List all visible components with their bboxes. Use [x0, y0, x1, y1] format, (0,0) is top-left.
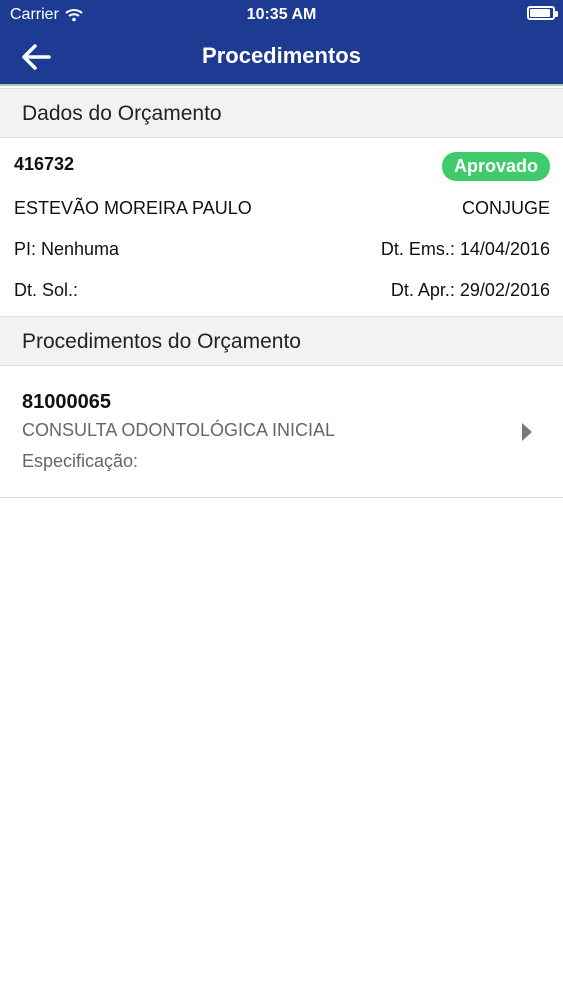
emission-date: Dt. Ems.: 14/04/2016 — [380, 239, 550, 259]
procedure-code: 81000065 — [22, 391, 111, 413]
header-accent-line — [0, 84, 563, 86]
list-item[interactable]: 81000065 CONSULTA ODONTOLÓGICA INICIAL E… — [0, 367, 563, 497]
solicitation-date: Dt. Sol.: — [14, 280, 79, 300]
patient-name: ESTEVÃO MOREIRA PAULO — [14, 198, 252, 218]
budget-section-header: Dados do Orçamento — [0, 88, 563, 138]
status-badge: Aprovado — [441, 152, 550, 181]
approval-date: Dt. Apr.: 29/02/2016 — [390, 280, 550, 300]
procedure-specification: Especificação: — [22, 451, 139, 471]
status-time: 10:35 AM — [246, 6, 317, 23]
list-divider — [0, 497, 563, 498]
budget-section-title: Dados do Orçamento — [22, 102, 222, 125]
procedures-section-title: Procedimentos do Orçamento — [22, 330, 301, 353]
battery-icon — [527, 6, 558, 20]
budget-number: 416732 — [14, 154, 75, 174]
battery-fill — [530, 9, 551, 17]
app-screen: Carrier 10:35 AM Procedimentos Dados do … — [0, 0, 563, 1000]
relationship: CONJUGE — [461, 198, 550, 218]
procedure-description: CONSULTA ODONTOLÓGICA INICIAL — [22, 420, 336, 440]
pi-label: PI: Nenhuma — [14, 239, 120, 259]
status-bar: Carrier 10:35 AM — [0, 0, 563, 30]
procedures-section-header: Procedimentos do Orçamento — [0, 316, 563, 366]
page-title: Procedimentos — [202, 43, 361, 68]
nav-bar: Procedimentos — [0, 30, 563, 84]
chevron-right-icon — [522, 423, 532, 441]
app-header: Carrier 10:35 AM Procedimentos — [0, 0, 563, 86]
